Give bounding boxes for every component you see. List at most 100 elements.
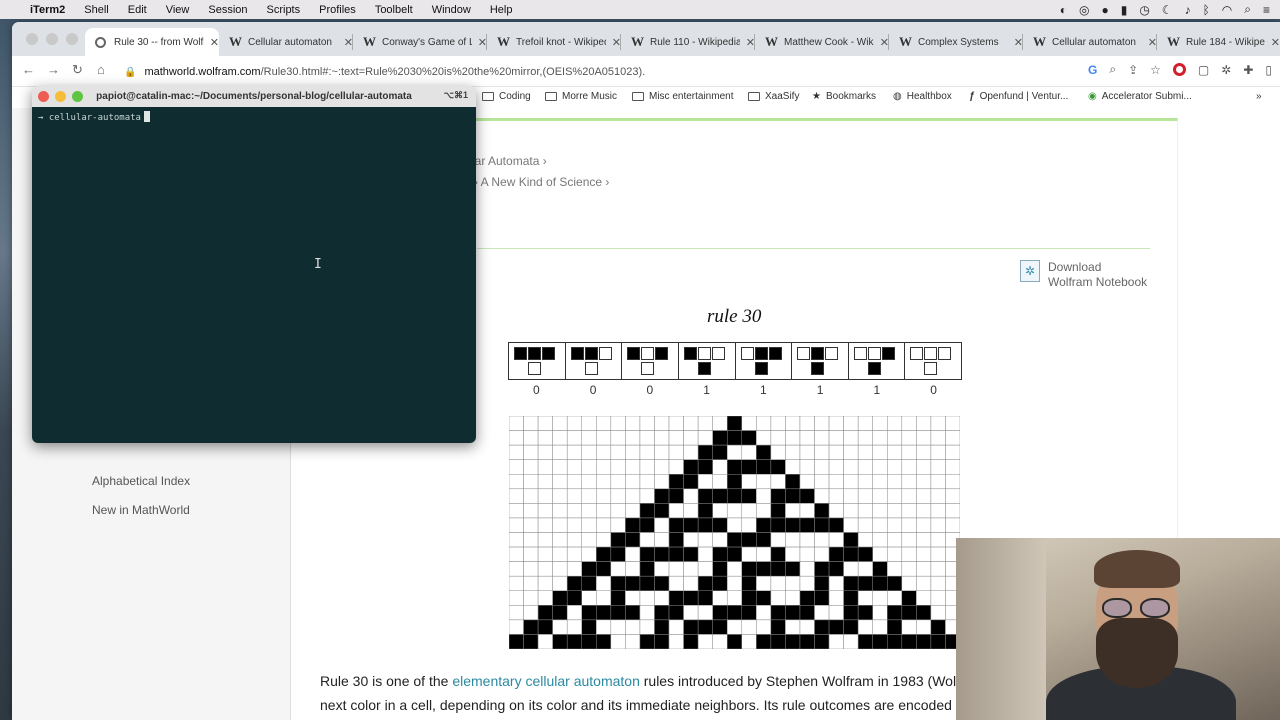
ca-cell <box>610 561 626 577</box>
ca-cell <box>916 546 932 562</box>
terminal-zoom-button[interactable] <box>72 91 83 102</box>
breadcrumb-cellular-automata[interactable]: lar Automata › <box>472 154 547 168</box>
close-tab-icon[interactable]: ✕ <box>1271 36 1280 49</box>
extension-icon-2[interactable]: ✲ <box>1221 63 1231 77</box>
menu-shell[interactable]: Shell <box>84 4 108 16</box>
clock-icon[interactable]: ◷ <box>1139 3 1149 17</box>
terminal-titlebar[interactable]: papiot@catalin-mac:~/Documents/personal-… <box>32 86 476 107</box>
extensions-puzzle-icon[interactable]: ✚ <box>1243 63 1253 77</box>
link-elementary-cellular-automaton[interactable]: elementary cellular automaton <box>452 673 640 689</box>
ca-cell <box>552 634 568 649</box>
reload-icon[interactable]: ↻ <box>72 62 83 78</box>
ca-cell <box>741 444 757 460</box>
bookmarks-overflow-icon[interactable]: » <box>1256 91 1262 102</box>
ca-cell <box>625 488 641 504</box>
terminal-close-button[interactable] <box>38 91 49 102</box>
sidebar-link-new-in-mathworld[interactable]: New in MathWorld <box>92 503 190 517</box>
terminal-body[interactable]: → cellular-automata I <box>32 107 476 443</box>
search-icon[interactable]: ⌕ <box>1244 2 1251 17</box>
bookmark-bookmarks[interactable]: ★ Bookmarks <box>812 91 876 102</box>
ca-cell <box>625 605 641 621</box>
address-bar[interactable]: 🔒 mathworld.wolfram.com/Rule30.html#:~:t… <box>124 60 1174 84</box>
ca-cell <box>509 474 524 490</box>
minimize-window-button[interactable] <box>46 33 58 45</box>
status-icon-1[interactable]: ◐ <box>1060 3 1067 17</box>
bookmark-misc-entertainment[interactable]: Misc entertainment <box>632 91 733 102</box>
neighborhood-cell <box>881 347 895 360</box>
bookmark-morre-music[interactable]: Morre Music <box>545 91 617 102</box>
ca-cell <box>654 590 670 606</box>
menu-app-name[interactable]: iTerm2 <box>30 4 65 16</box>
tab-rule-30[interactable]: Rule 30 -- from Wolfram MathWorld ✕ <box>85 28 219 56</box>
webcam-background <box>956 538 1046 720</box>
tab-matthew-cook[interactable]: W Matthew Cook - Wikipedia ✕ <box>755 28 889 56</box>
ca-cell <box>683 532 699 548</box>
tab-rule-184[interactable]: W Rule 184 - Wikipedia ✕ <box>1157 28 1280 56</box>
tab-rule-110[interactable]: W Rule 110 - Wikipedia ✕ <box>621 28 755 56</box>
download-notebook-link[interactable]: ✲ Download Wolfram Notebook <box>1020 260 1147 290</box>
sidebar-toggle-icon[interactable]: ▯ <box>1265 63 1272 77</box>
menu-session[interactable]: Session <box>208 4 247 16</box>
battery-icon[interactable]: ▮ <box>1121 3 1128 17</box>
terminal-minimize-button[interactable] <box>55 91 66 102</box>
ca-cell <box>726 619 743 635</box>
menu-toolbelt[interactable]: Toolbelt <box>375 4 413 16</box>
bookmark-openfund[interactable]: ƒ Openfund | Ventur... <box>969 91 1068 102</box>
zoom-window-button[interactable] <box>66 33 78 45</box>
share-icon[interactable]: ⇪ <box>1128 63 1138 77</box>
wifi-icon[interactable]: ◠ <box>1222 3 1232 17</box>
neighborhood-cell <box>598 347 612 360</box>
ca-cell <box>872 546 888 562</box>
ca-cell <box>552 590 568 606</box>
tab-complex-systems[interactable]: W Complex Systems ✕ <box>889 28 1023 56</box>
ca-cell <box>857 532 873 548</box>
lock-icon[interactable]: 🔒 <box>124 67 136 78</box>
opera-extension-icon[interactable] <box>1172 63 1186 76</box>
bluetooth-icon[interactable]: ᛒ <box>1203 3 1210 17</box>
ca-cell <box>814 561 830 577</box>
home-icon[interactable]: ⌂ <box>97 62 105 77</box>
sidebar-link-alphabetical-index[interactable]: Alphabetical Index <box>92 474 190 488</box>
google-icon[interactable]: G <box>1088 63 1097 77</box>
menu-help[interactable]: Help <box>490 4 513 16</box>
output-cell <box>924 362 938 375</box>
menu-edit[interactable]: Edit <box>128 4 147 16</box>
menu-scripts[interactable]: Scripts <box>267 4 301 16</box>
ca-cell <box>857 430 873 446</box>
tab-game-of-life[interactable]: W Conway's Game of Life ✕ <box>353 28 487 56</box>
ca-cell <box>625 517 641 533</box>
menu-view[interactable]: View <box>166 4 190 16</box>
ca-cell <box>683 590 699 606</box>
breadcrumb-new-kind-of-science[interactable]: › A New Kind of Science › <box>474 175 609 189</box>
tab-cellular-automaton-2[interactable]: W Cellular automaton ✕ <box>1023 28 1157 56</box>
close-tab-icon[interactable]: ✕ <box>210 36 219 49</box>
control-center-icon[interactable]: ≡ <box>1263 3 1270 17</box>
moon-icon[interactable]: ☾ <box>1162 3 1173 17</box>
ca-cell <box>654 488 670 504</box>
bookmark-star-icon[interactable]: ☆ <box>1150 63 1161 77</box>
extension-icon-1[interactable]: ▢ <box>1198 63 1209 77</box>
menu-profiles[interactable]: Profiles <box>319 4 356 16</box>
back-icon[interactable]: ← <box>22 62 35 77</box>
ca-cell <box>552 517 568 533</box>
bookmark-healthbox[interactable]: ◍ Healthbox <box>893 91 952 102</box>
ca-cell <box>857 416 873 431</box>
iterm-window[interactable]: papiot@catalin-mac:~/Documents/personal-… <box>32 86 476 443</box>
menu-window[interactable]: Window <box>432 4 471 16</box>
forward-icon[interactable]: → <box>47 62 60 77</box>
status-icon-3[interactable]: ● <box>1101 3 1108 17</box>
bookmark-coding[interactable]: Coding <box>482 91 531 102</box>
ca-cell <box>930 619 946 635</box>
zoom-search-icon[interactable]: ⌕ <box>1109 62 1116 77</box>
close-window-button[interactable] <box>26 33 38 45</box>
wikipedia-icon: W <box>1033 34 1046 49</box>
status-icon-2[interactable]: ◎ <box>1079 3 1089 17</box>
ca-cell <box>828 619 844 635</box>
bookmark-accelerator[interactable]: ◉ Accelerator Submi... <box>1088 91 1192 102</box>
tab-cellular-automaton[interactable]: W Cellular automaton ✕ <box>219 28 353 56</box>
ca-cell <box>581 474 597 490</box>
volume-icon[interactable]: ♪ <box>1185 3 1191 17</box>
tab-trefoil-knot[interactable]: W Trefoil knot - Wikipedia ✕ <box>487 28 621 56</box>
ca-cell <box>741 459 757 475</box>
bookmark-xaasify[interactable]: XaaSify <box>748 91 799 102</box>
